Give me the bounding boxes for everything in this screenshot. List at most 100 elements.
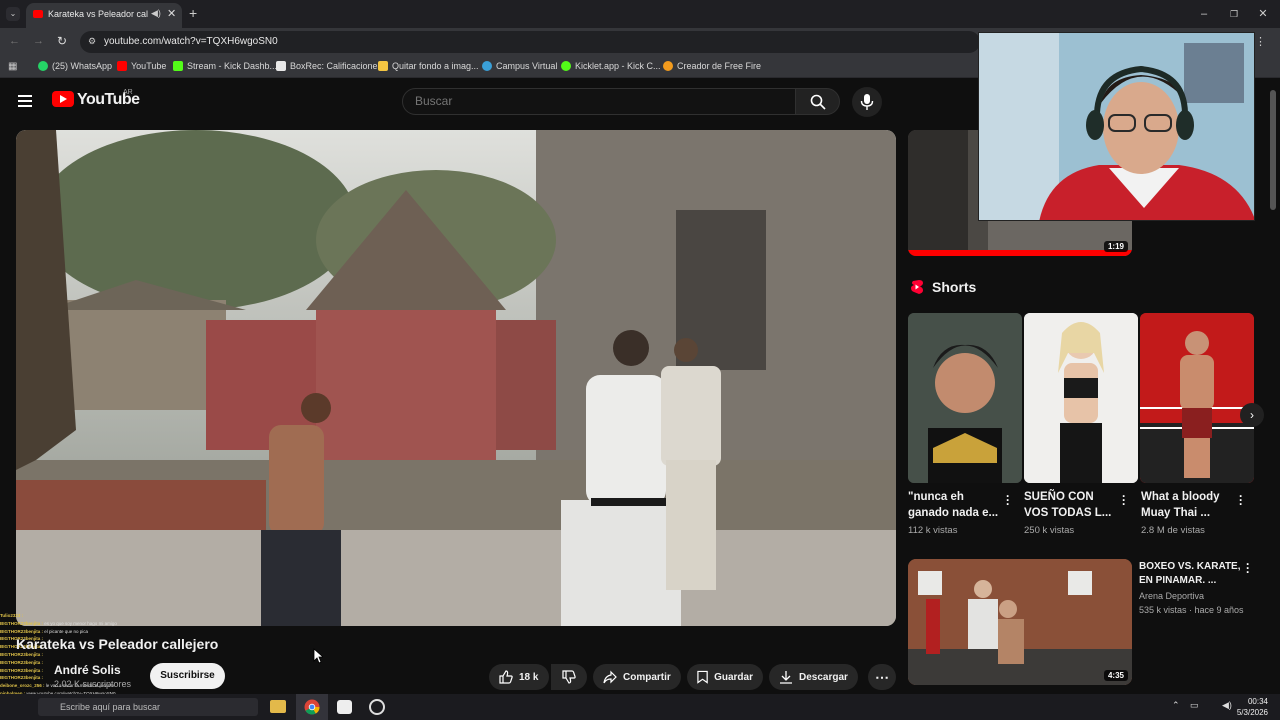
share-button[interactable]: Compartir [593, 664, 681, 690]
chrome-taskbar-button[interactable] [296, 694, 328, 720]
remove-bg-icon [378, 61, 388, 71]
short-views: 112 k vistas [908, 525, 958, 536]
search-icon [810, 94, 826, 110]
audio-icon[interactable]: ◀) [151, 8, 161, 19]
chat-user: BIGTHOR23benjita : [0, 659, 44, 665]
short-title[interactable]: "nunca eh ganado nada e... [908, 489, 1004, 521]
short-image [1140, 313, 1254, 483]
bookmark-campus-virtual[interactable]: Campus Virtual [482, 61, 557, 71]
shorts-icon [911, 280, 923, 294]
browser-tab-bar: ⌄ Karateka vs Peleador callej ◀) ✕ + – ❐… [0, 0, 1280, 28]
browser-menu-icon[interactable]: ⋮ [1255, 35, 1266, 48]
back-icon[interactable]: ← [9, 35, 20, 47]
bookmark-icon [697, 670, 708, 684]
url-field[interactable]: ⚙ youtube.com/watch?v=TQXH6wgoSN0 [80, 31, 980, 53]
search-box[interactable] [402, 88, 796, 115]
like-button[interactable]: 18 k [489, 664, 549, 690]
bookmark-boxrec[interactable]: BoxRec: Calificaciones [276, 61, 382, 71]
short-thumbnail[interactable] [1140, 313, 1254, 483]
bookmark-whatsapp[interactable]: (25) WhatsApp [38, 61, 112, 71]
url-text: youtube.com/watch?v=TQXH6wgoSN0 [104, 36, 278, 47]
taskbar-search[interactable]: Escribe aquí para buscar [38, 698, 258, 716]
like-count: 18 k [519, 671, 539, 683]
minimize-icon[interactable]: – [1198, 8, 1210, 20]
bookmark-label: Creador de Free Fire [677, 61, 762, 71]
chat-user: BIGTHOR23benjita : [0, 667, 44, 673]
short-thumbnail[interactable] [908, 313, 1022, 483]
video-menu-icon[interactable]: · · · [1246, 558, 1250, 578]
chat-user: deibone_orozc_256 : [0, 683, 45, 689]
bookmark-label: Stream - Kick Dashb... [187, 61, 278, 71]
more-horizontal-icon: ⋯ [875, 668, 889, 685]
taskbar-clock[interactable]: 00:34 5/3/2026 [1237, 696, 1268, 718]
subscribe-button[interactable]: Suscribirse [150, 663, 225, 689]
bookmark-free-fire[interactable]: Creador de Free Fire [663, 61, 761, 71]
tab-list-button[interactable]: ⌄ [6, 7, 20, 21]
scrollbar[interactable] [1270, 90, 1276, 210]
thumbs-down-icon [562, 670, 576, 684]
short-menu-icon[interactable]: · · · [1122, 490, 1126, 510]
tray-chevron-icon[interactable]: ⌃ [1172, 700, 1180, 711]
chrome-icon [304, 699, 320, 715]
clock-time: 00:34 [1247, 697, 1268, 706]
subscriber-count: 2.02 K suscriptores [54, 679, 132, 689]
new-tab-icon[interactable]: + [189, 5, 197, 21]
duration-badge: 4:35 [1103, 670, 1128, 681]
file-explorer-icon[interactable] [270, 700, 286, 713]
shorts-header: Shorts [910, 279, 976, 295]
bookmark-label: Quitar fondo a imag... [392, 61, 479, 71]
short-thumbnail[interactable] [1024, 313, 1138, 483]
short-title[interactable]: What a bloody Muay Thai ... [1141, 489, 1237, 521]
related-video-thumbnail[interactable]: 4:35 [908, 559, 1132, 685]
close-window-icon[interactable]: ✕ [1257, 8, 1269, 20]
bookmark-kick-dashboard[interactable]: Stream - Kick Dashb... [173, 61, 277, 71]
save-label: Guardar [714, 671, 753, 683]
shorts-next-button[interactable]: › [1240, 403, 1264, 427]
forward-icon[interactable]: → [33, 35, 44, 47]
download-button[interactable]: Descargar [769, 664, 858, 690]
restore-icon[interactable]: ❐ [1228, 8, 1240, 20]
save-button[interactable]: Guardar [687, 664, 763, 690]
close-tab-icon[interactable]: ✕ [167, 7, 176, 20]
more-actions-button[interactable]: ⋯ [868, 664, 896, 690]
chat-message: BIGTHOR23benjita : es yo que soy menor h… [0, 620, 200, 628]
search-button[interactable] [795, 88, 840, 115]
obs-icon[interactable] [369, 699, 385, 715]
bookmark-youtube[interactable]: YouTube [117, 61, 166, 71]
bookmark-label: BoxRec: Calificaciones [290, 61, 383, 71]
kick-icon [173, 61, 183, 71]
capcut-icon[interactable] [337, 700, 352, 714]
bookmark-remove-bg[interactable]: Quitar fondo a imag... [378, 61, 479, 71]
youtube-icon [117, 61, 127, 71]
chat-text: es yo que soy menor hago mi amigo [44, 620, 117, 626]
related-video-title[interactable]: BOXEO VS. KARATE, EN PINAMAR. ... [1139, 560, 1243, 588]
related-video-channel[interactable]: Arena Deportiva [1139, 591, 1204, 601]
voice-search-button[interactable] [852, 87, 882, 117]
dislike-button[interactable] [551, 664, 587, 690]
volume-icon[interactable]: ◀) [1222, 700, 1232, 711]
duration-badge: 1:19 [1103, 241, 1128, 252]
channel-name[interactable]: André Solis [54, 663, 121, 677]
youtube-favicon-icon [33, 10, 43, 18]
chat-user: BIGTHOR23benjita : [0, 620, 44, 626]
site-info-icon[interactable]: ⚙ [88, 36, 96, 47]
youtube-logo-icon[interactable] [52, 91, 74, 107]
windows-taskbar: Escribe aquí para buscar ⌃ ▭ ◀) 00:34 5/… [0, 694, 1280, 720]
thumbnail-image [908, 559, 1132, 685]
reload-icon[interactable]: ↻ [57, 34, 67, 48]
short-title[interactable]: SUEÑO CON VOS TODAS L... [1024, 489, 1120, 521]
tab-youtube[interactable]: Karateka vs Peleador callej ◀) ✕ [26, 3, 182, 28]
bookmark-label: (25) WhatsApp [52, 61, 113, 71]
video-frame-image [16, 130, 896, 626]
short-menu-icon[interactable]: · · · [1239, 490, 1243, 510]
short-menu-icon[interactable]: · · · [1006, 490, 1010, 510]
hamburger-menu-icon[interactable] [18, 95, 32, 107]
bookmark-kicklet[interactable]: Kicklet.app - Kick C... [561, 61, 661, 71]
network-icon[interactable]: ▭ [1190, 700, 1199, 711]
chat-user: Tulio2323 : [0, 613, 24, 618]
search-input[interactable] [415, 94, 775, 108]
video-player[interactable] [16, 130, 896, 626]
video-title: Karateka vs Peleador callejero [16, 636, 219, 652]
apps-grid-icon[interactable]: ▦ [8, 61, 17, 72]
country-code: AR [123, 89, 133, 96]
